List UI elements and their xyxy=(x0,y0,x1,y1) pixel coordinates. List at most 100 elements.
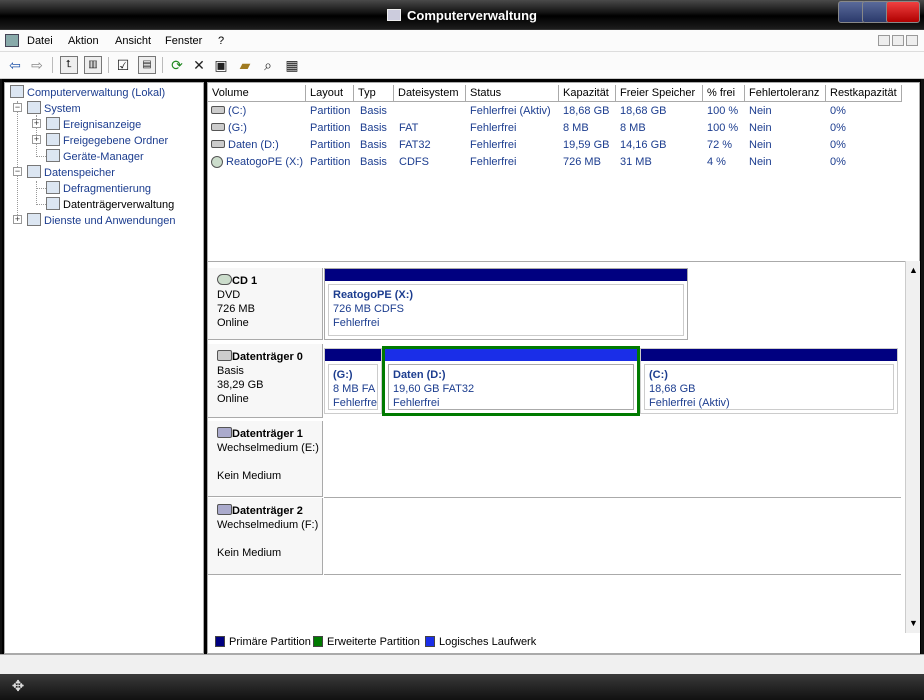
show-tree-icon[interactable]: ▥ xyxy=(84,56,102,74)
partition-body: (G:) 8 MB FA Fehlerfre xyxy=(328,364,378,410)
column-capacity[interactable]: Kapazität xyxy=(559,85,616,102)
column-overhead[interactable]: Restkapazität xyxy=(826,85,902,102)
disk-management-icon xyxy=(46,197,60,210)
expand-services-toggle[interactable]: + xyxy=(13,215,22,224)
toolbar-separator xyxy=(52,57,53,73)
expand-shared-toggle[interactable]: + xyxy=(32,135,41,144)
table-row[interactable]: (C:) Partition Basis Fehlerfrei (Aktiv) … xyxy=(208,103,920,120)
properties-icon[interactable]: ☑ xyxy=(114,56,132,74)
disk-name: Datenträger 1 xyxy=(217,427,322,441)
window-title-text: Computerverwaltung xyxy=(406,8,537,23)
partition-status: Fehlerfrei xyxy=(393,397,440,409)
fault-tolerance-cell: Nein xyxy=(749,122,772,134)
close-button[interactable] xyxy=(886,1,920,23)
toolbar-separator xyxy=(162,57,163,73)
menu-help[interactable]: ? xyxy=(218,35,224,47)
up-icon[interactable]: ⮤ xyxy=(60,56,78,74)
overhead-cell: 0% xyxy=(830,156,846,168)
menu-fenster[interactable]: Fenster xyxy=(165,35,202,47)
disk-size: 38,29 GB xyxy=(217,379,264,391)
percent-free-cell: 100 % xyxy=(707,105,739,117)
services-icon xyxy=(27,213,41,226)
disk-info-disk2[interactable]: Datenträger 2 Wechselmedium (F:) Kein Me… xyxy=(208,498,323,575)
partition-c[interactable]: (C:) 18,68 GB Fehlerfrei (Aktiv) xyxy=(640,348,898,414)
column-status[interactable]: Status xyxy=(466,85,559,102)
shared-folder-icon xyxy=(46,133,60,146)
tree-item-device-manager[interactable]: Geräte-Manager xyxy=(46,149,144,163)
back-icon[interactable]: ⇦ xyxy=(6,56,24,74)
status-bar xyxy=(0,654,924,674)
tree-item-shared-folders[interactable]: Freigegebene Ordner xyxy=(46,133,168,147)
tree-item-root[interactable]: Computerverwaltung (Lokal) xyxy=(10,85,165,99)
legend: Primäre Partition Erweiterte Partition L… xyxy=(208,633,920,653)
tree-item-events[interactable]: Ereignisanzeige xyxy=(46,117,141,131)
disk-name: CD 1 xyxy=(217,274,322,288)
tree-item-services[interactable]: Dienste und Anwendungen xyxy=(27,213,176,227)
column-filesystem[interactable]: Dateisystem xyxy=(394,85,466,102)
refresh-icon[interactable]: ⟳ xyxy=(168,56,186,74)
scroll-down-icon[interactable]: ▼ xyxy=(906,616,921,631)
open-icon[interactable]: ▰ xyxy=(236,56,254,74)
partition-x[interactable]: ReatogoPE (X:) 726 MB CDFS Fehlerfrei xyxy=(324,268,688,340)
column-volume[interactable]: Volume xyxy=(208,85,306,102)
mdi-restore-button[interactable] xyxy=(892,35,904,46)
column-fault-tolerance[interactable]: Fehlertoleranz xyxy=(745,85,826,102)
defrag-icon xyxy=(46,181,60,194)
tree-item-storage[interactable]: Datenspeicher xyxy=(27,165,115,179)
column-type[interactable]: Typ xyxy=(354,85,394,102)
type-cell: Basis xyxy=(360,105,387,117)
table-row[interactable]: (G:) Partition Basis FAT Fehlerfrei 8 MB… xyxy=(208,120,920,137)
help-icon[interactable]: ▦ xyxy=(283,56,301,74)
scroll-up-icon[interactable]: ▲ xyxy=(906,263,921,278)
fault-tolerance-cell: Nein xyxy=(749,139,772,151)
partition-d[interactable]: Daten (D:) 19,60 GB FAT32 Fehlerfrei xyxy=(382,346,640,416)
percent-free-cell: 72 % xyxy=(707,139,733,151)
table-row[interactable]: ReatogoPE (X:) Partition Basis CDFS Fehl… xyxy=(208,154,920,171)
filesystem-cell: FAT32 xyxy=(399,139,431,151)
column-percent-free[interactable]: % frei xyxy=(703,85,745,102)
table-row[interactable]: Daten (D:) Partition Basis FAT32 Fehlerf… xyxy=(208,137,920,154)
tree-item-defrag[interactable]: Defragmentierung xyxy=(46,181,151,195)
disk-info-disk0[interactable]: Datenträger 0 Basis 38,29 GB Online xyxy=(208,344,323,418)
properties-sheet-icon[interactable]: ▣ xyxy=(212,56,230,74)
export-icon[interactable]: ▤ xyxy=(138,56,156,74)
storage-icon xyxy=(27,165,41,178)
disk-info-cd1[interactable]: CD 1 DVD 726 MB Online xyxy=(208,268,323,340)
vertical-scrollbar[interactable]: ▲ ▼ xyxy=(905,261,920,634)
tree-item-system[interactable]: System xyxy=(27,101,81,115)
menu-ansicht[interactable]: Ansicht xyxy=(115,35,151,47)
column-layout[interactable]: Layout xyxy=(306,85,354,102)
move-icon[interactable]: ✥ xyxy=(10,679,26,695)
menu-bar: Datei Aktion Ansicht Fenster ? xyxy=(0,30,924,52)
search-icon[interactable]: ⌕ xyxy=(259,56,277,74)
delete-icon[interactable]: ✕ xyxy=(190,56,208,74)
device-manager-icon xyxy=(46,149,60,162)
capacity-cell: 8 MB xyxy=(563,122,589,134)
collapse-system-toggle[interactable]: − xyxy=(13,103,22,112)
menu-datei[interactable]: Datei xyxy=(27,35,53,47)
collapse-storage-toggle[interactable]: − xyxy=(13,167,22,176)
tree-item-disk-management[interactable]: Datenträgerverwaltung xyxy=(46,197,174,211)
status-cell: Fehlerfrei xyxy=(470,122,517,134)
column-free-space[interactable]: Freier Speicher xyxy=(616,85,703,102)
fault-tolerance-cell: Nein xyxy=(749,156,772,168)
partition-name: (C:) xyxy=(649,369,668,381)
computer-icon xyxy=(10,85,24,98)
event-viewer-icon xyxy=(46,117,60,130)
disk-info-disk1[interactable]: Datenträger 1 Wechselmedium (E:) Kein Me… xyxy=(208,421,323,497)
system-menu-icon[interactable] xyxy=(5,34,19,47)
mdi-close-button[interactable] xyxy=(906,35,918,46)
partition-status: Fehlerfrei (Aktiv) xyxy=(649,397,730,409)
forward-icon[interactable]: ⇨ xyxy=(28,56,46,74)
title-bar[interactable]: Computerverwaltung xyxy=(0,0,924,30)
disk-graph-disk0: (G:) 8 MB FA Fehlerfre Daten (D:) 19,60 … xyxy=(324,346,899,418)
layout-cell: Partition xyxy=(310,156,351,168)
menu-aktion[interactable]: Aktion xyxy=(68,35,99,47)
cd-drive-icon xyxy=(217,274,232,285)
mdi-minimize-button[interactable] xyxy=(878,35,890,46)
expand-events-toggle[interactable]: + xyxy=(32,119,41,128)
disk-state: Kein Medium xyxy=(217,470,282,482)
partition-g[interactable]: (G:) 8 MB FA Fehlerfre xyxy=(324,348,382,414)
disk-state: Kein Medium xyxy=(217,547,282,559)
partition-status: Fehlerfre xyxy=(333,397,378,409)
